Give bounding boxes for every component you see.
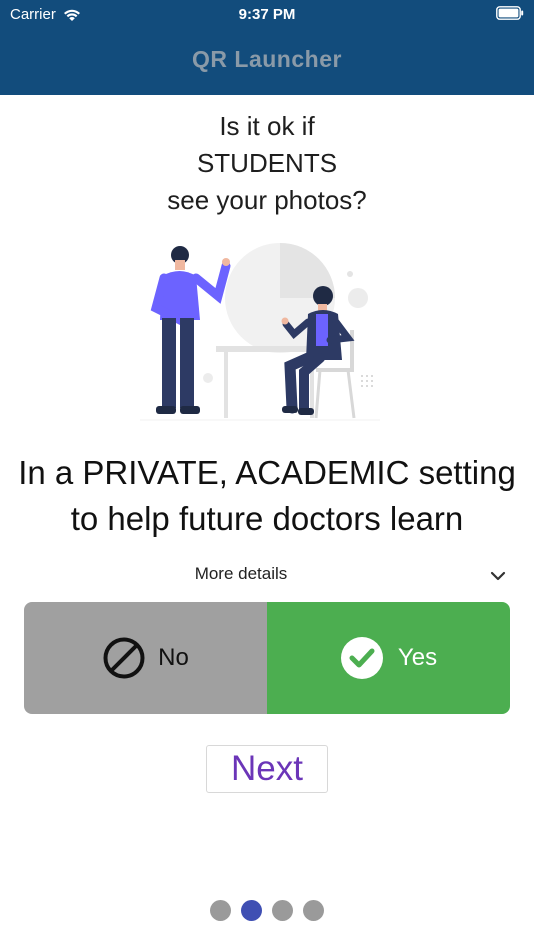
- next-button[interactable]: Next: [206, 745, 328, 793]
- app-title: QR Launcher: [192, 46, 342, 72]
- clock: 9:37 PM: [238, 6, 296, 23]
- question-line-2: STUDENTS: [196, 148, 338, 178]
- page-dot[interactable]: [303, 900, 324, 921]
- more-details-disclosure[interactable]: More details: [0, 560, 534, 590]
- chevron-down-icon[interactable]: [488, 566, 508, 586]
- yes-button[interactable]: Yes: [267, 602, 510, 714]
- consent-question: Is it ok if STUDENTS see your photos?: [0, 108, 534, 219]
- page-indicator: [0, 900, 534, 921]
- app-header: Carrier 9:37 PM QR Launcher: [0, 0, 534, 95]
- page-dot[interactable]: [272, 900, 293, 921]
- statement-line-1: In a PRIVATE, ACADEMIC setting: [18, 454, 516, 491]
- usage-statement: In a PRIVATE, ACADEMIC setting to help f…: [0, 450, 534, 542]
- statement-line-2: to help future doctors learn: [70, 500, 464, 537]
- prohibited-icon: [103, 637, 145, 679]
- yes-label: Yes: [397, 644, 438, 671]
- checkmark-circle-icon: [340, 637, 383, 679]
- students-illustration: [140, 243, 380, 421]
- question-line-3: see your photos?: [167, 185, 367, 215]
- page-dot[interactable]: [210, 900, 231, 921]
- status-bar: Carrier 9:37 PM: [0, 0, 534, 30]
- question-line-1: Is it ok if: [219, 111, 315, 141]
- consent-toggle: No Yes: [24, 602, 510, 714]
- more-details-label[interactable]: More details: [0, 564, 482, 584]
- page-dot-active[interactable]: [241, 900, 262, 921]
- battery-icon: [496, 6, 524, 24]
- no-label: No: [158, 644, 189, 671]
- no-button[interactable]: No: [24, 602, 267, 714]
